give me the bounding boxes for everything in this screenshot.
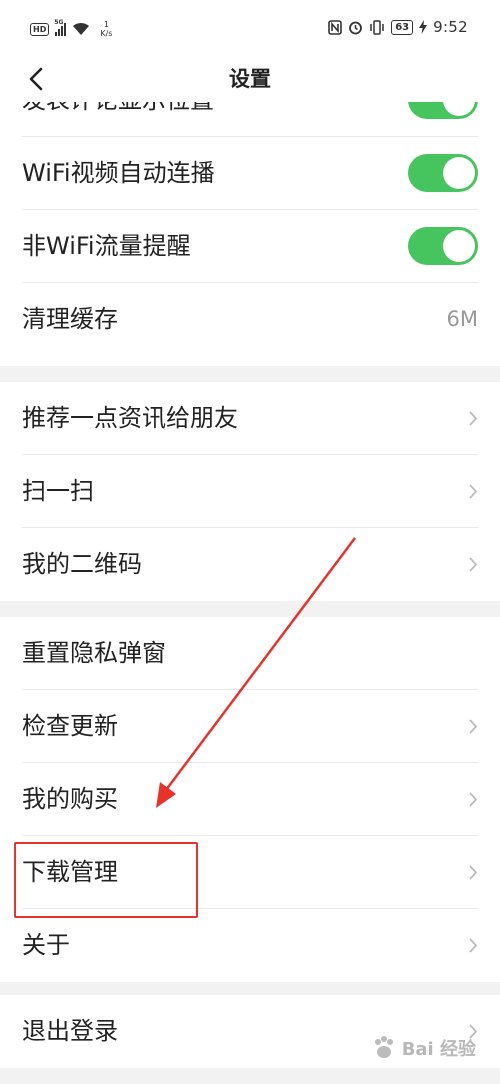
network-speed: 1 K/s — [100, 20, 112, 38]
network-speed-value: 1 — [103, 20, 109, 29]
setting-label: 发表评论显示位置 — [22, 102, 214, 137]
setting-label: 检查更新 — [22, 712, 118, 740]
settings-group-misc: 重置隐私弹窗 检查更新 我的购买 下载管理 关于 — [0, 617, 500, 982]
setting-row-clear-cache[interactable]: 清理缓存 6M — [0, 283, 500, 356]
chevron-right-icon — [469, 484, 478, 499]
nfc-icon — [328, 19, 342, 35]
chevron-right-icon — [469, 792, 478, 807]
charging-icon — [419, 20, 428, 34]
setting-row-reset-privacy[interactable]: 重置隐私弹窗 — [0, 617, 500, 690]
setting-row-wifi-autoplay[interactable]: WiFi视频自动连播 — [0, 137, 500, 210]
status-right: 63 9:52 — [328, 18, 468, 36]
setting-label: 清理缓存 — [22, 305, 118, 333]
setting-label: 扫一扫 — [22, 477, 94, 505]
nav-bar: 设置 — [0, 58, 500, 102]
settings-group-general: 发表评论显示位置 WiFi视频自动连播 非WiFi流量提醒 清理缓存 6M — [0, 102, 500, 366]
setting-row-download-manager[interactable]: 下载管理 — [0, 836, 500, 909]
vibrate-icon — [370, 19, 384, 35]
status-bar: HD 5G 1 K/s 63 9:52 — [0, 0, 500, 58]
toggle-switch[interactable] — [408, 227, 478, 265]
watermark-text: Bai 经验 — [401, 1039, 476, 1060]
chevron-right-icon — [469, 865, 478, 880]
setting-row-data-reminder[interactable]: 非WiFi流量提醒 — [0, 210, 500, 283]
toggle-switch[interactable] — [408, 102, 478, 119]
wifi-icon — [73, 22, 90, 35]
status-left: HD 5G 1 K/s — [30, 19, 112, 38]
toggle-switch[interactable] — [408, 154, 478, 192]
network-type-label: 5G — [54, 18, 64, 26]
setting-label: 关于 — [22, 931, 70, 959]
setting-label: 重置隐私弹窗 — [22, 639, 166, 667]
network-speed-unit: K/s — [100, 29, 113, 38]
battery-level: 63 — [391, 19, 414, 35]
cellular-signal-icon: 5G — [54, 19, 67, 36]
chevron-right-icon — [469, 411, 478, 426]
hd-badge: HD — [30, 22, 50, 36]
setting-label: 我的购买 — [22, 785, 118, 813]
setting-row-about[interactable]: 关于 — [0, 909, 500, 982]
setting-label: WiFi视频自动连播 — [22, 159, 215, 187]
settings-list: 发表评论显示位置 WiFi视频自动连播 非WiFi流量提醒 清理缓存 6M 推荐… — [0, 102, 500, 1084]
setting-row-recommend[interactable]: 推荐一点资讯给朋友 — [0, 382, 500, 455]
cache-size-value: 6M — [446, 307, 478, 331]
chevron-right-icon — [469, 719, 478, 734]
setting-label: 推荐一点资讯给朋友 — [22, 404, 238, 432]
setting-row-purchases[interactable]: 我的购买 — [0, 763, 500, 836]
setting-row-check-update[interactable]: 检查更新 — [0, 690, 500, 763]
setting-label: 退出登录 — [22, 1017, 118, 1045]
setting-row-comment-position[interactable]: 发表评论显示位置 — [0, 102, 500, 137]
setting-label: 下载管理 — [22, 858, 118, 886]
page-title: 设置 — [229, 67, 271, 91]
setting-row-scan[interactable]: 扫一扫 — [0, 455, 500, 528]
setting-label: 非WiFi流量提醒 — [22, 232, 191, 260]
setting-row-qrcode[interactable]: 我的二维码 — [0, 528, 500, 601]
chevron-right-icon — [469, 938, 478, 953]
paw-logo-icon — [374, 1036, 393, 1058]
watermark: Bai 经验 — [370, 1034, 476, 1062]
clock: 9:52 — [433, 18, 468, 36]
chevron-right-icon — [469, 557, 478, 572]
setting-label: 我的二维码 — [22, 550, 142, 578]
settings-group-share: 推荐一点资讯给朋友 扫一扫 我的二维码 — [0, 382, 500, 601]
alarm-icon — [349, 21, 363, 34]
